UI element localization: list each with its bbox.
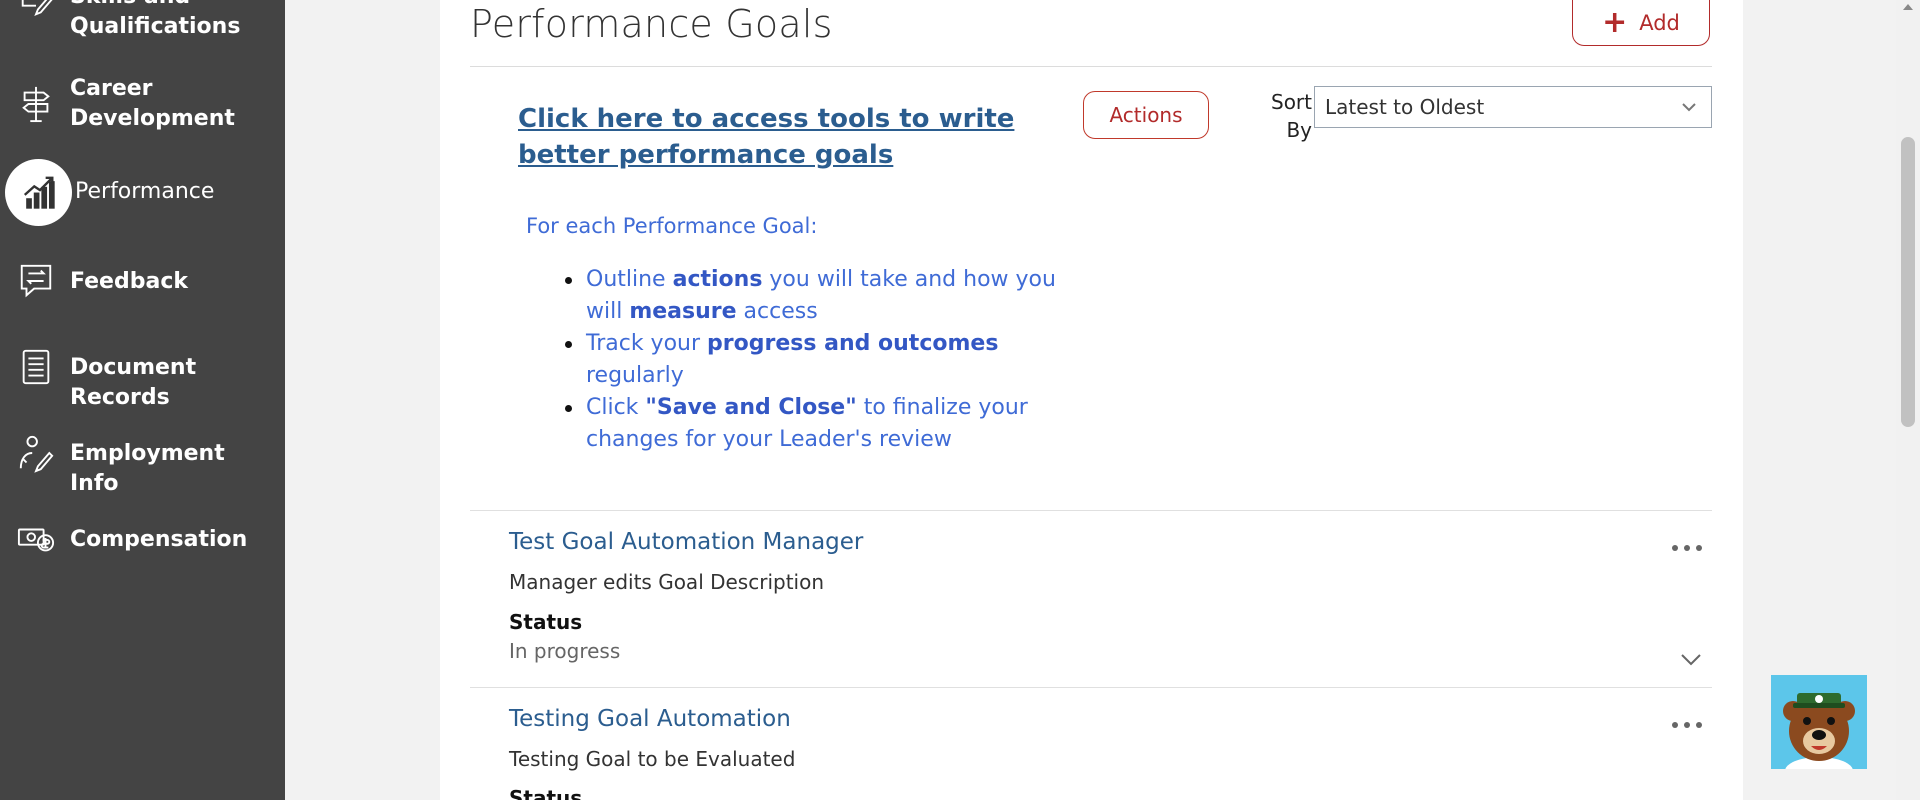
divider	[470, 687, 1712, 688]
signpost-icon	[16, 82, 56, 126]
document-icon	[16, 345, 56, 389]
goal-status-label: Status	[509, 786, 583, 800]
goal-description: Testing Goal to be Evaluated	[509, 747, 796, 771]
sidebar-item-skills[interactable]: Skills and Qualifications	[0, 0, 285, 44]
page-title: Performance Goals	[470, 2, 833, 46]
instruction-item: Click "Save and Close" to finalize your …	[565, 392, 1086, 456]
more-options-icon[interactable]	[1672, 542, 1702, 554]
instructions-list: Outline actions you will take and how yo…	[565, 264, 1086, 456]
feedback-icon	[16, 259, 56, 303]
sidebar-item-label: Skills and Qualifications	[70, 0, 241, 39]
sidebar: Skills and Qualifications Career Develop…	[0, 0, 285, 800]
scrollbar-thumb[interactable]	[1901, 137, 1915, 427]
goal-description: Manager edits Goal Description	[509, 570, 825, 594]
goal-status: In progress	[509, 639, 621, 663]
sidebar-item-compensation[interactable]: Compensation	[0, 519, 285, 563]
sidebar-item-label: Career Development	[70, 76, 235, 131]
sort-select-value: Latest to Oldest	[1325, 95, 1485, 119]
instruction-item: Outline actions you will take and how yo…	[565, 264, 1086, 328]
person-check-icon	[16, 431, 56, 475]
sort-by-label: Sort By	[1271, 90, 1312, 142]
sidebar-item-career-development[interactable]: Career Development	[0, 74, 285, 138]
chevron-down-icon	[1682, 103, 1696, 112]
sidebar-item-label: Compensation	[70, 527, 248, 552]
divider	[470, 510, 1712, 511]
goal-title-link[interactable]: Test Goal Automation Manager	[509, 529, 863, 555]
sidebar-item-label: Document Records	[70, 355, 197, 410]
sidebar-item-label: Feedback	[70, 269, 188, 294]
sidebar-item-label: Employment Info	[70, 441, 225, 496]
plus-icon: +	[1602, 4, 1628, 40]
sidebar-item-performance[interactable]: Performance	[0, 159, 285, 226]
money-icon	[16, 517, 56, 561]
add-button-label: Add	[1639, 10, 1680, 35]
instructions-heading: For each Performance Goal:	[526, 214, 818, 238]
sidebar-item-feedback[interactable]: Feedback	[0, 261, 285, 305]
goal-title-link[interactable]: Testing Goal Automation	[509, 706, 791, 732]
vertical-scrollbar[interactable]	[1896, 0, 1920, 800]
actions-button[interactable]: Actions	[1083, 91, 1209, 139]
chevron-down-icon[interactable]	[1680, 653, 1702, 667]
sidebar-item-document-records[interactable]: Document Records	[0, 345, 285, 410]
sidebar-item-label: Performance	[75, 179, 215, 204]
checklist-icon	[16, 0, 56, 22]
sort-select[interactable]: Latest to Oldest	[1314, 86, 1712, 128]
sidebar-item-employment-info[interactable]: Employment Info	[0, 431, 285, 496]
main-panel: Performance Goals + Add Click here to ac…	[440, 0, 1743, 800]
chart-icon	[5, 159, 72, 226]
goal-tools-link[interactable]: Click here to access tools to write bett…	[518, 101, 1078, 173]
assistant-bear-avatar[interactable]	[1771, 675, 1867, 769]
instruction-item: Track your progress and outcomes regular…	[565, 328, 1086, 392]
scroll-up-icon[interactable]	[1903, 4, 1913, 10]
more-options-icon[interactable]	[1672, 719, 1702, 731]
divider	[470, 66, 1712, 67]
add-button[interactable]: + Add	[1572, 0, 1710, 46]
goal-status-label: Status	[509, 610, 583, 634]
